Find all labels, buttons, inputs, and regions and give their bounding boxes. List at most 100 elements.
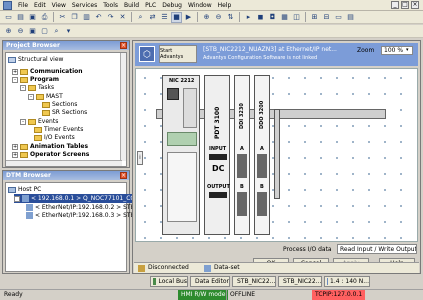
close-button[interactable]: × [411,1,419,9]
folder-icon [20,143,28,150]
grid-dot [400,237,402,239]
menu-view[interactable]: View [49,0,69,11]
screen-icon[interactable]: ▭ [333,12,344,23]
task-label: 1.4 : 140 N... [330,278,369,285]
grid-dot [272,237,274,239]
grid-dot [384,189,386,191]
connect-icon[interactable]: ⊕ [201,12,212,23]
tree-label: < EtherNet/IP:192.168.0.3 > STB_N [35,212,143,219]
pdt-terminal-2 [209,192,227,198]
menu-services[interactable]: Services [69,0,100,11]
new-icon[interactable]: ▭ [3,12,14,23]
menu-tools[interactable]: Tools [100,0,121,11]
task-stb-1[interactable]: STB_NIC22... [232,276,276,287]
process-io-select[interactable]: Read Input / Write Output Data [337,244,417,254]
dtm-item-host-pc[interactable]: Host PC [8,185,41,194]
tree-item-operator-screens[interactable]: + Operator Screens [12,150,89,159]
grid-dot [368,93,370,95]
zoom-in-icon[interactable]: ⊕ [3,26,14,37]
init-icon[interactable]: ◘ [267,12,278,23]
copy-icon[interactable]: ❐ [69,12,80,23]
menu-plc[interactable]: PLC [142,0,159,11]
cycle-icon[interactable]: ◫ [291,12,302,23]
run-icon[interactable]: ▸ [243,12,254,23]
expand-icon[interactable]: + [12,151,18,158]
print-icon[interactable]: ⎙ [39,12,50,23]
transfer-icon[interactable]: ⇅ [225,12,236,23]
grid-icon[interactable]: ⊟ [321,12,332,23]
task-label: STB_NIC22... [237,278,276,285]
task-stb-2[interactable]: STB_NIC22... [278,276,322,287]
menu-build[interactable]: Build [121,0,142,11]
zoom-out-icon[interactable]: ⊖ [15,26,26,37]
layout-icon[interactable]: ▤ [345,12,356,23]
collapse-icon[interactable]: - [12,76,18,83]
expand-icon[interactable]: + [12,68,18,75]
grid-dot [160,237,162,239]
tree-item-tasks[interactable]: - Tasks [20,83,54,92]
process-io-label: Process I/O data [283,246,332,253]
horizontal-scrollbar[interactable] [6,160,122,166]
stop-icon[interactable]: ◼ [255,12,266,23]
project-browser-close-icon[interactable]: × [120,42,127,49]
build-icon[interactable]: ■ [171,11,182,23]
collapse-icon[interactable]: - [20,84,26,91]
save-icon[interactable]: ▣ [27,12,38,23]
redo-icon[interactable]: ↷ [105,12,116,23]
menu-window[interactable]: Window [185,0,215,11]
grid-dot [144,109,146,111]
dtm-item-stb-2[interactable]: < EtherNet/IP:192.168.0.3 > STB_N [26,211,142,220]
sim-icon[interactable]: ⊞ [309,12,320,23]
dtm-browser-close-icon[interactable]: × [120,172,127,179]
delete-icon[interactable]: ✕ [117,12,128,23]
ddi-module[interactable]: DDI 3230 A B [234,75,250,235]
ddo-module[interactable]: DDO 3200 A B [254,75,270,235]
task-data-editor[interactable]: Data Editor [190,276,230,287]
paste-icon[interactable]: ▥ [81,12,92,23]
expand-icon[interactable]: + [12,143,18,150]
dtm-item-selected[interactable]: - < 192.168.0.1 > Q_NOC77101_COOOO [14,194,152,203]
collapse-icon[interactable]: - [20,118,26,125]
fit-icon[interactable]: ▣ [27,26,38,37]
monitor-icon[interactable]: ▦ [279,12,290,23]
chevron-down-icon[interactable]: ▾ [406,47,412,54]
tree-item-io-events[interactable]: I/O Events [34,133,75,142]
menu-edit[interactable]: Edit [31,0,49,11]
start-advantys-button[interactable]: Start Advantys [159,45,197,63]
search-icon[interactable]: ⌕ [51,26,62,37]
analyze-icon[interactable]: ☰ [159,12,170,23]
tree-item-sr-sections[interactable]: SR Sections [42,108,87,117]
menu-debug[interactable]: Debug [159,0,185,11]
restore-button[interactable]: □ [401,1,409,9]
rebuild-icon[interactable]: ▶ [183,12,194,23]
vertical-scrollbar[interactable] [120,53,126,161]
rack-canvas[interactable]: NIC 2212 PDT 3100 INPUT DC OUTPUT DDI 32… [135,68,418,242]
left-scroll-handle[interactable]: ⁞ [137,151,143,165]
tree-label: Tasks [38,84,55,91]
menu-file[interactable]: File [15,0,31,11]
minimize-button[interactable]: _ [391,1,399,9]
find-icon[interactable]: ⌕ [135,12,146,23]
project-tree: Structural view + Communication - Progra… [5,52,127,167]
open-icon[interactable]: ▤ [15,12,26,23]
structural-view-icon [8,56,16,63]
grid-dot [304,141,306,143]
task-local-bus[interactable]: Local Bus [150,276,188,287]
nic-module[interactable]: NIC 2212 [162,75,200,235]
advantys-warning: Advantys Configuration Software is not l… [203,55,318,61]
menu-help[interactable]: Help [215,0,235,11]
task-140[interactable]: 1.4 : 140 N... [324,276,370,287]
replace-icon[interactable]: ⇄ [147,12,158,23]
disconnect-icon[interactable]: ⊖ [213,12,224,23]
cut-icon[interactable]: ✂ [57,12,68,23]
pdt-module[interactable]: PDT 3100 INPUT DC OUTPUT [204,75,230,235]
grid-dot [256,237,258,239]
structural-view-row[interactable]: Structural view [8,55,63,64]
window-icon[interactable]: ▢ [39,26,50,37]
undo-icon[interactable]: ↶ [93,12,104,23]
data-set-label[interactable]: Data-set [214,264,240,271]
collapse-icon[interactable]: - [28,93,34,100]
grid-dot [400,205,402,207]
collapse-icon[interactable]: - [14,195,20,202]
dropdown-icon[interactable]: ▾ [63,26,74,37]
